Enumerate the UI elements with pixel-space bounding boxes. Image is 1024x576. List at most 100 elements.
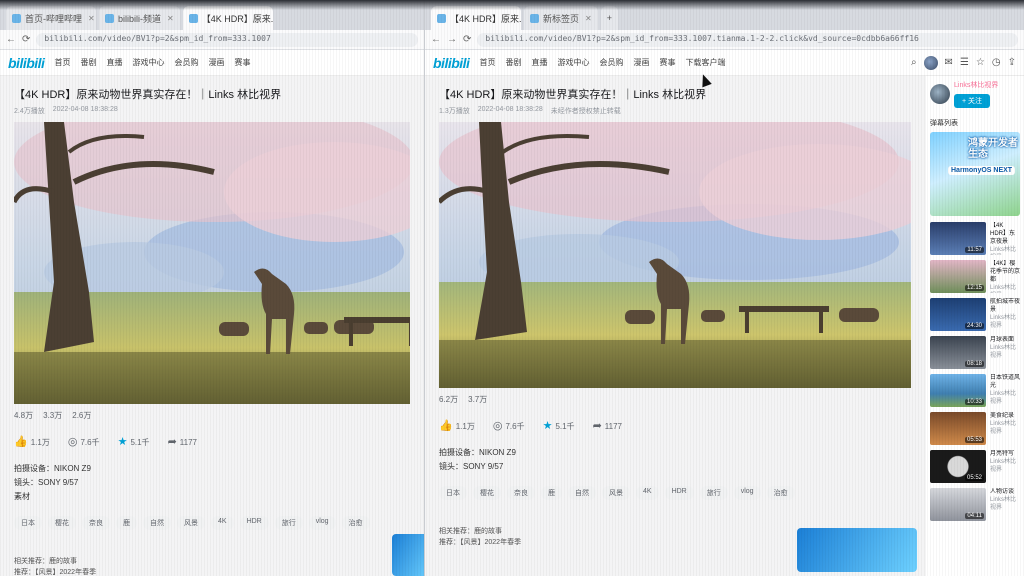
coin-button[interactable]: ◎ 7.6千 [68,435,100,448]
url-input[interactable]: bilibili.com/video/BV1?p=2&spm_id_from=3… [477,32,1018,47]
nav-link[interactable]: 直播 [531,57,547,68]
close-icon[interactable]: ✕ [585,14,592,23]
favorite-count: 5.1千 [555,422,575,431]
recommendation-item[interactable]: 11:57 【4K HDR】东京夜景 Links林比视界 [930,222,1020,255]
tag[interactable]: 4K [211,516,234,530]
ad-banner[interactable] [392,534,424,576]
nav-link[interactable]: 会员购 [599,57,623,68]
right-sidebar: Links林比视界 + 关注 弹幕列表 鸿蒙开发者生态 HarmonyOS NE… [926,76,1024,576]
uploader-avatar[interactable] [930,84,950,104]
danmaku-list-label[interactable]: 弹幕列表 [930,118,1020,128]
share-icon: ➦ [592,420,602,432]
refresh-icon[interactable]: ⟳ [22,34,30,45]
recommendation-item[interactable]: 24:30 航拍城市夜景 Links林比视界 [930,298,1020,331]
nav-link[interactable]: 下载客户端 [685,57,725,68]
stat: 3.7万 [468,395,488,404]
tag[interactable]: 樱花 [48,516,76,530]
like-button[interactable]: 👍 1.1万 [439,419,475,432]
upload-icon[interactable]: ⇪ [1008,57,1016,68]
nav-link[interactable]: 游戏中心 [132,57,164,68]
note-line[interactable]: 相关推荐：鹿的故事 [14,556,410,567]
promo-subtitle: HarmonyOS NEXT [948,166,1016,175]
url-input[interactable]: bilibili.com/video/BV1?p=2&spm_id_from=3… [36,32,418,47]
recommendation-item[interactable]: 08:18 月球表面 Links林比视界 [930,336,1020,369]
message-icon[interactable]: ☰ [960,57,969,68]
promo-card[interactable]: 鸿蒙开发者生态 HarmonyOS NEXT [930,132,1020,216]
coin-button[interactable]: ◎ 7.6千 [493,419,525,432]
tag[interactable]: 鹿 [541,486,562,500]
bilibili-logo[interactable]: bilibili [8,55,45,71]
share-button[interactable]: ➦ 1177 [593,419,622,432]
bell-icon[interactable]: ✉ [945,57,953,68]
nav-link[interactable]: 漫画 [633,57,649,68]
recommendation-item[interactable]: 04:11 人物访谈 Links林比视界 [930,488,1020,521]
tag[interactable]: 治愈 [341,516,370,530]
browser-tab-active[interactable]: 【4K HDR】原来...✕ [431,6,521,30]
tag[interactable]: HDR [239,516,269,530]
nav-link[interactable]: 赛事 [659,57,675,68]
stat: 6.2万 [439,395,459,404]
tag[interactable]: vlog [308,516,336,530]
tag[interactable]: 4K [636,486,659,500]
search-icon[interactable]: ⌕ [911,57,917,68]
recommendation-item[interactable]: 12:15 【4K】樱花季节的京都 Links林比视界 [930,260,1020,293]
tag[interactable]: 风景 [602,486,630,500]
nav-link[interactable]: 游戏中心 [557,57,589,68]
tag[interactable]: 旅行 [699,486,728,500]
tag[interactable]: 自然 [568,486,596,500]
nav-link[interactable]: 直播 [106,57,122,68]
recommendation-text: 【4K】樱花季节的京都 Links林比视界 [990,260,1020,293]
browser-tab[interactable]: bilibili-频道 ✕ [99,6,180,30]
address-bar: ← ⟳ bilibili.com/video/BV1?p=2&spm_id_fr… [0,30,424,50]
back-icon[interactable]: ← [431,34,441,45]
recommendation-item[interactable]: 05:52 月亮特写 Links林比视界 [930,450,1020,483]
nav-link[interactable]: 漫画 [208,57,224,68]
refresh-icon[interactable]: ⟳ [463,34,471,45]
video-page: 【4K HDR】原来动物世界真实存在！｜Links 林比视界 2.4万播放 20… [0,76,424,576]
nav-link[interactable]: 番剧 [80,57,96,68]
recommendation-item[interactable]: 10:33 日本铁道风光 Links林比视界 [930,374,1020,407]
nav-link[interactable]: 番剧 [505,57,521,68]
video-thumbnail: 10:33 [930,374,986,407]
tag[interactable]: 鹿 [116,516,137,530]
tag[interactable]: 治愈 [766,486,795,500]
address-bar: ← → ⟳ bilibili.com/video/BV1?p=2&spm_id_… [425,30,1024,50]
video-player[interactable] [14,122,410,404]
forward-icon[interactable]: → [447,34,457,45]
nav-link[interactable]: 会员购 [174,57,198,68]
tag[interactable]: 自然 [143,516,171,530]
browser-tab[interactable]: 新标签页 ✕ [524,6,598,30]
favorite-button[interactable]: ★ 5.1千 [543,419,575,432]
tag[interactable]: 奈良 [507,486,535,500]
bilibili-logo[interactable]: bilibili [433,55,470,71]
close-icon[interactable]: ✕ [88,14,95,23]
tag[interactable]: 日本 [14,516,42,530]
tag[interactable]: HDR [664,486,694,500]
like-button[interactable]: 👍 1.1万 [14,435,50,448]
tag[interactable]: 旅行 [274,516,303,530]
ad-banner[interactable] [797,528,917,572]
back-icon[interactable]: ← [6,34,16,45]
tag[interactable]: 奈良 [82,516,110,530]
new-tab-button[interactable]: + [600,6,618,30]
recommendation-item[interactable]: 05:53 美食纪录 Links林比视界 [930,412,1020,445]
nav-link[interactable]: 首页 [54,57,70,68]
favorite-button[interactable]: ★ 5.1千 [118,435,150,448]
browser-tab-active[interactable]: 【4K HDR】原来...✕ [182,6,273,30]
tag[interactable]: 日本 [439,486,467,500]
nav-link[interactable]: 首页 [479,57,495,68]
video-player[interactable] [439,122,911,388]
tag[interactable]: 风景 [177,516,205,530]
history-icon[interactable]: ◷ [992,57,1001,68]
uploader-name[interactable]: Links林比视界 [954,80,998,90]
note-line[interactable]: 推荐：【风景】2022年春季 [14,567,410,576]
browser-tab[interactable]: 首页-哔哩哔哩 ✕ [6,6,96,30]
nav-link[interactable]: 赛事 [234,57,250,68]
avatar[interactable] [923,55,938,70]
tag[interactable]: 樱花 [473,486,501,500]
close-icon[interactable]: ✕ [167,14,174,23]
follow-button[interactable]: + 关注 [954,94,991,108]
tag[interactable]: vlog [733,486,761,500]
star-icon[interactable]: ☆ [976,57,985,68]
share-button[interactable]: ➦ 1177 [168,435,197,448]
